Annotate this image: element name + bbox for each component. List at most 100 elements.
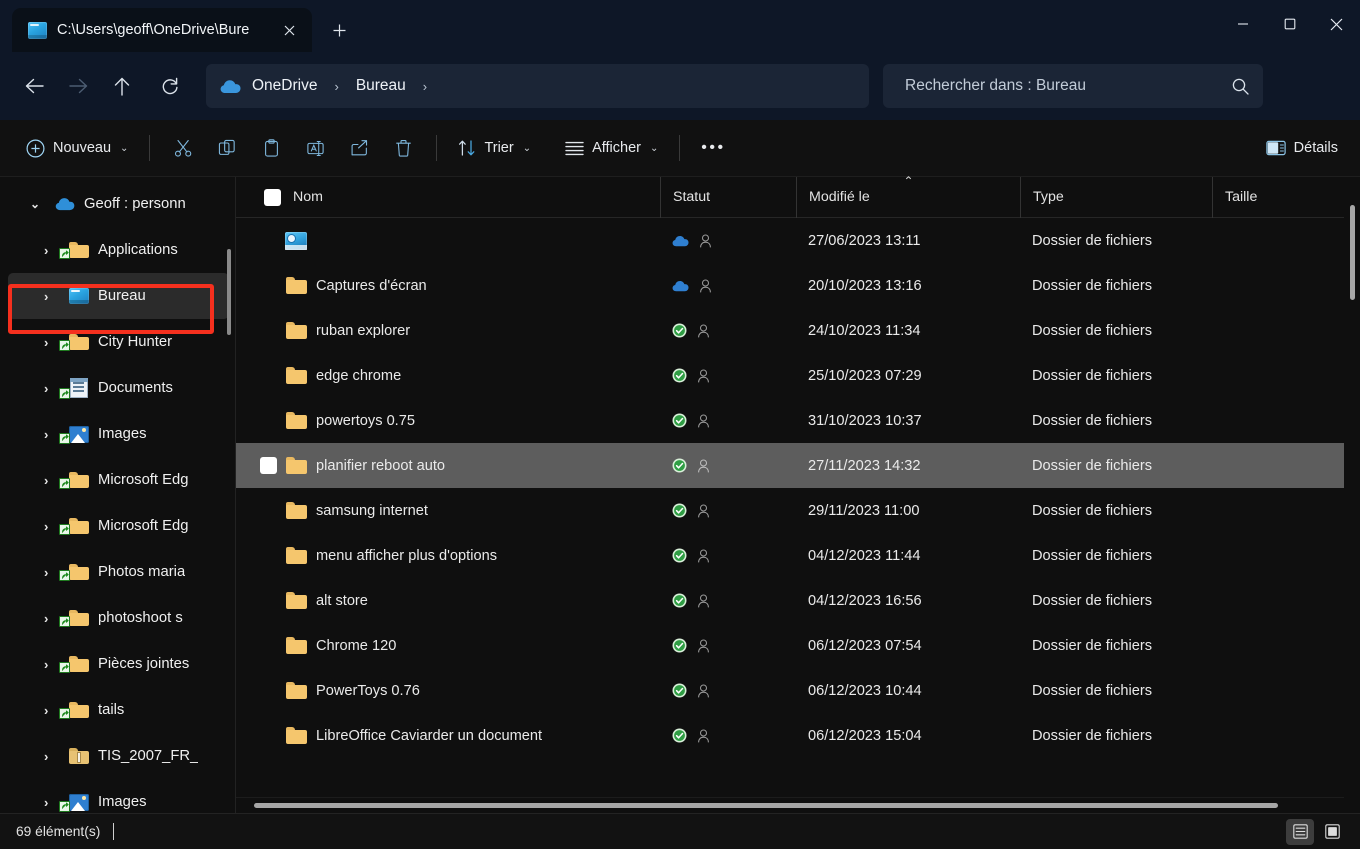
vertical-scrollbar-thumb[interactable]	[1350, 205, 1355, 300]
share-button[interactable]	[337, 129, 381, 167]
search-icon[interactable]	[1232, 78, 1249, 95]
chevron-right-icon[interactable]: ›	[44, 289, 66, 304]
row-name-cell[interactable]: planifier reboot auto	[236, 443, 660, 488]
rename-button[interactable]	[293, 129, 337, 167]
column-header-type[interactable]: Type	[1020, 176, 1212, 218]
sidebar-item-images-2[interactable]: › Images	[8, 779, 229, 813]
table-row[interactable]: menu afficher plus d'options 04/12/2023 …	[236, 533, 1360, 578]
breadcrumb-bureau[interactable]: Bureau	[348, 73, 414, 99]
sidebar-item-label: Bureau	[98, 288, 146, 304]
table-row[interactable]: LibreOffice Caviarder un document 06/12/…	[236, 713, 1360, 758]
vertical-scrollbar[interactable]	[1344, 177, 1360, 813]
row-status-cell	[660, 578, 796, 623]
synced-check-icon	[672, 683, 687, 698]
row-name-cell[interactable]: Captures d'écran	[236, 263, 660, 308]
sidebar-item-tis-2007-fr[interactable]: › TIS_2007_FR_	[8, 733, 229, 779]
table-row[interactable]: Chrome 120 06/12/2023 07:54 Dossier de f…	[236, 623, 1360, 668]
sidebar-item-photos-mariage[interactable]: › Photos maria	[8, 549, 229, 595]
sidebar-item-tails[interactable]: › tails	[8, 687, 229, 733]
sidebar-item-label: City Hunter	[98, 334, 173, 350]
minimize-button[interactable]	[1219, 0, 1266, 48]
desktop-icon	[66, 288, 92, 304]
select-all-checkbox[interactable]	[264, 188, 281, 206]
navigation-pane[interactable]: ⌄ Geoff : personn › Applications › Burea…	[0, 177, 236, 813]
chevron-down-icon[interactable]: ⌄	[30, 197, 52, 211]
folder-icon	[59, 472, 92, 489]
sidebar-item-city-hunter[interactable]: › City Hunter	[8, 319, 229, 365]
row-name-cell[interactable]: menu afficher plus d'options	[236, 533, 660, 578]
folder-icon	[285, 322, 307, 339]
tab-active[interactable]: C:\Users\geoff\OneDrive\Bure	[12, 8, 312, 52]
sidebar-item-images[interactable]: › Images	[8, 411, 229, 457]
row-name-cell[interactable]: Chrome 120	[236, 623, 660, 668]
chevron-right-icon[interactable]: ›	[44, 749, 66, 764]
new-button[interactable]: Nouveau ⌄	[16, 129, 138, 167]
up-button[interactable]	[102, 66, 142, 106]
sidebar-item-documents[interactable]: › Documents	[8, 365, 229, 411]
table-row[interactable]: PowerToys 0.76 06/12/2023 10:44 Dossier …	[236, 668, 1360, 713]
cloud-only-icon	[672, 235, 689, 247]
horizontal-scrollbar-thumb[interactable]	[254, 803, 1278, 808]
table-row[interactable]: powertoys 0.75 31/10/2023 10:37 Dossier …	[236, 398, 1360, 443]
more-options-button[interactable]: •••	[691, 129, 735, 167]
table-row[interactable]: edge chrome 25/10/2023 07:29 Dossier de …	[236, 353, 1360, 398]
row-type-cell: Dossier de fichiers	[1032, 547, 1153, 564]
row-name-cell[interactable]: samsung internet	[236, 488, 660, 533]
row-modified-cell: 06/12/2023 07:54	[808, 637, 922, 654]
large-icons-view-button[interactable]	[1318, 819, 1346, 845]
search-input[interactable]: Rechercher dans : Bureau	[883, 64, 1263, 108]
table-row-selected[interactable]: planifier reboot auto 27/11/2023 14:32 D…	[236, 443, 1360, 488]
row-name-cell[interactable]: ruban explorer	[236, 308, 660, 353]
details-view-button[interactable]	[1286, 818, 1314, 845]
row-name-cell[interactable]: LibreOffice Caviarder un document	[236, 713, 660, 758]
breadcrumb-separator-1[interactable]: ›	[327, 79, 345, 94]
close-window-button[interactable]	[1313, 0, 1360, 48]
item-count-label: 69 élément(s)	[16, 824, 101, 839]
column-header-status[interactable]: Statut	[660, 176, 796, 218]
copy-button[interactable]	[205, 129, 249, 167]
sidebar-item-microsoft-edge-2[interactable]: › Microsoft Edg	[8, 503, 229, 549]
table-row[interactable]: 27/06/2023 13:11 Dossier de fichiers	[236, 218, 1360, 263]
sort-button[interactable]: Trier ⌄	[448, 129, 541, 167]
sidebar-item-photoshoot[interactable]: › photoshoot s	[8, 595, 229, 641]
details-pane-button[interactable]: Détails	[1256, 129, 1348, 167]
forward-button[interactable]	[58, 66, 98, 106]
row-name-cell[interactable]	[236, 218, 660, 263]
table-row[interactable]: ruban explorer 24/10/2023 11:34 Dossier …	[236, 308, 1360, 353]
row-status-cell	[660, 263, 796, 308]
row-name-cell[interactable]: alt store	[236, 578, 660, 623]
sidebar-item-bureau[interactable]: › Bureau	[8, 273, 229, 319]
view-button[interactable]: Afficher ⌄	[555, 129, 668, 167]
table-row[interactable]: alt store 04/12/2023 16:56 Dossier de fi…	[236, 578, 1360, 623]
close-tab-icon[interactable]	[274, 15, 304, 45]
row-name-cell[interactable]: edge chrome	[236, 353, 660, 398]
row-name-cell[interactable]: powertoys 0.75	[236, 398, 660, 443]
back-button[interactable]	[14, 66, 54, 106]
folder-tree: ⌄ Geoff : personn › Applications › Burea…	[0, 177, 235, 813]
refresh-button[interactable]	[150, 66, 190, 106]
row-checkbox[interactable]	[260, 457, 277, 474]
column-header-name[interactable]: Nom	[236, 177, 660, 218]
breadcrumb-separator-2[interactable]: ›	[416, 79, 434, 94]
paste-button[interactable]	[249, 129, 293, 167]
table-row[interactable]: samsung internet 29/11/2023 11:00 Dossie…	[236, 488, 1360, 533]
horizontal-scrollbar[interactable]	[236, 797, 1344, 813]
maximize-button[interactable]	[1266, 0, 1313, 48]
sidebar-item-applications[interactable]: › Applications	[8, 227, 229, 273]
address-bar-breadcrumb[interactable]: OneDrive › Bureau ›	[206, 64, 869, 108]
sidebar-item-onedrive[interactable]: ⌄ Geoff : personn	[8, 181, 229, 227]
column-header-modified[interactable]: ⌃ Modifié le	[796, 174, 1020, 218]
sidebar-item-microsoft-edge-1[interactable]: › Microsoft Edg	[8, 457, 229, 503]
delete-button[interactable]	[381, 129, 425, 167]
cut-button[interactable]	[161, 129, 205, 167]
folder-icon	[59, 334, 92, 351]
row-name-cell[interactable]: PowerToys 0.76	[236, 668, 660, 713]
sidebar-item-pieces-jointes[interactable]: › Pièces jointes	[8, 641, 229, 687]
table-row[interactable]: Captures d'écran 20/10/2023 13:16 Dossie…	[236, 263, 1360, 308]
sidebar-scrollbar-thumb[interactable]	[227, 249, 231, 335]
column-header-size[interactable]: Taille	[1212, 176, 1360, 218]
row-type-cell: Dossier de fichiers	[1032, 637, 1153, 654]
breadcrumb-onedrive[interactable]: OneDrive	[244, 73, 325, 99]
new-tab-button[interactable]	[320, 11, 358, 49]
file-name: ruban explorer	[316, 322, 411, 339]
